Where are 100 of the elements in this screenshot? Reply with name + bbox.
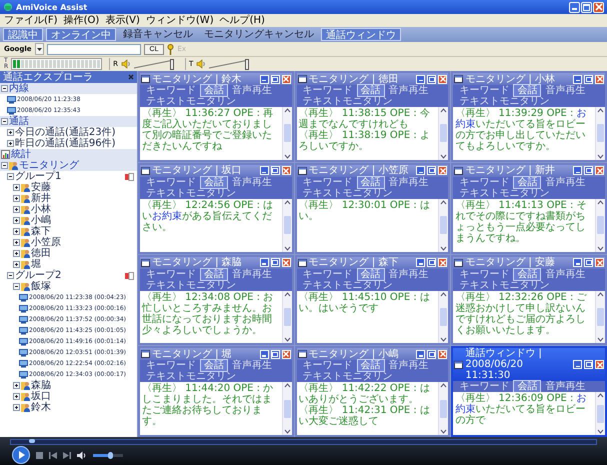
scrollbar[interactable] (438, 382, 448, 435)
tab[interactable]: 会話 (358, 176, 384, 188)
scroll-up-icon[interactable] (440, 200, 448, 205)
tree-item[interactable]: 鈴木 (31, 402, 51, 413)
tab[interactable]: テキストモニタリン (143, 188, 239, 199)
tab[interactable]: キーワード (456, 85, 512, 96)
scrollbar[interactable] (282, 198, 292, 252)
maximize-button[interactable] (270, 166, 280, 176)
expand-icon[interactable] (13, 404, 20, 411)
flag-icon[interactable] (125, 272, 134, 280)
tab[interactable]: 音声再生 (386, 176, 432, 188)
scroll-up-icon[interactable] (284, 292, 291, 296)
expand-icon[interactable] (7, 129, 14, 136)
expand-icon[interactable] (13, 393, 20, 400)
scroll-down-icon[interactable] (440, 429, 448, 434)
speaker-icon[interactable] (77, 450, 87, 460)
tab[interactable]: テキストモニタリン (300, 280, 396, 290)
tab[interactable]: 会話 (201, 360, 227, 372)
tab[interactable]: テキストモニタリン (143, 371, 239, 382)
scrollbar[interactable] (595, 290, 605, 344)
tab[interactable]: テキストモニタリン (456, 280, 552, 290)
scrollbar[interactable] (282, 290, 292, 344)
volume-slider[interactable] (93, 454, 123, 456)
scrollbar[interactable] (438, 290, 448, 344)
scrollbar[interactable] (595, 107, 605, 160)
collapse-icon[interactable] (7, 173, 14, 180)
collapse-icon[interactable] (13, 283, 20, 290)
tab[interactable]: 音声再生 (229, 268, 275, 280)
minimize-button[interactable] (573, 258, 582, 267)
tree-item[interactable]: 今日の通話(通話23件) (15, 127, 116, 138)
tree-item[interactable]: 昨日の通話(通話96件) (15, 138, 116, 149)
maximize-button[interactable] (427, 166, 436, 176)
tree-item[interactable]: 安藤 (31, 182, 51, 193)
key-icon[interactable] (167, 44, 174, 54)
tab[interactable]: 音声再生 (386, 85, 432, 96)
maximize-button[interactable] (270, 258, 280, 267)
tab[interactable]: キーワード (456, 381, 512, 392)
scroll-down-icon[interactable] (284, 429, 291, 434)
minimize-button[interactable] (416, 350, 426, 359)
menu-item[interactable]: ヘルプ(H) (220, 14, 265, 26)
close-icon[interactable] (128, 74, 134, 80)
minimize-button[interactable] (260, 350, 269, 359)
scroll-down-icon[interactable] (597, 429, 604, 434)
tree-item[interactable]: 坂口 (31, 391, 51, 402)
toolbar-button[interactable]: 録音キャンセル (119, 28, 197, 41)
tab[interactable]: テキストモニタリン (300, 188, 396, 199)
tab[interactable]: キーワード (143, 268, 199, 280)
minimize-button[interactable] (260, 166, 269, 176)
expand-icon[interactable] (13, 184, 20, 191)
collapse-icon[interactable] (1, 162, 8, 169)
tab[interactable]: 音声再生 (542, 381, 588, 392)
scroll-up-icon[interactable] (440, 292, 448, 296)
scroll-up-icon[interactable] (597, 108, 604, 113)
tab[interactable]: キーワード (300, 360, 356, 372)
tab[interactable]: 会話 (358, 268, 384, 280)
minimize-button[interactable] (416, 258, 426, 267)
menu-item[interactable]: ウィンドウ(W) (146, 14, 214, 26)
scroll-up-icon[interactable] (284, 108, 291, 113)
tab[interactable]: 会話 (358, 360, 384, 372)
tab[interactable]: 音声再生 (386, 360, 432, 372)
stop-icon[interactable] (36, 452, 43, 458)
tab[interactable]: キーワード (143, 176, 199, 188)
scrollbar[interactable] (438, 198, 448, 252)
tab[interactable]: テキストモニタリン (456, 188, 552, 199)
minimize-button[interactable] (416, 74, 426, 84)
scrollbar[interactable] (595, 392, 605, 435)
expand-icon[interactable] (13, 261, 20, 268)
tab[interactable]: 会話 (514, 85, 540, 96)
expand-icon[interactable] (7, 140, 14, 147)
scroll-down-icon[interactable] (597, 154, 604, 159)
tab[interactable]: 音声再生 (229, 176, 275, 188)
tree-item[interactable]: 森脇 (31, 380, 51, 391)
scroll-down-icon[interactable] (284, 337, 291, 342)
flag-icon[interactable] (125, 172, 134, 180)
previous-icon[interactable] (49, 452, 57, 458)
scroll-down-icon[interactable] (597, 337, 604, 342)
tab[interactable]: キーワード (300, 85, 356, 96)
scrollbar[interactable] (282, 382, 292, 435)
collapse-icon[interactable] (1, 85, 8, 92)
scroll-up-icon[interactable] (597, 393, 604, 398)
menu-item[interactable]: ファイル(F) (4, 14, 58, 26)
scroll-down-icon[interactable] (284, 246, 291, 250)
scrollbar[interactable] (438, 107, 448, 160)
minimize-button[interactable] (260, 258, 269, 267)
minimize-button[interactable] (416, 166, 426, 176)
tab[interactable]: キーワード (143, 85, 199, 96)
minimize-button[interactable] (573, 166, 582, 176)
tab[interactable]: 会話 (358, 85, 384, 96)
tree-item[interactable]: グループ1 (15, 171, 62, 182)
expand-icon[interactable] (13, 206, 20, 213)
maximize-button[interactable] (427, 74, 436, 84)
toolbar-button[interactable]: 通話ウィンドウ (321, 28, 401, 41)
scroll-down-icon[interactable] (440, 154, 448, 159)
tab[interactable]: 音声再生 (542, 176, 588, 188)
tab[interactable]: 会話 (514, 268, 540, 280)
tab[interactable]: 会話 (514, 176, 540, 188)
menu-item[interactable]: 表示(V) (105, 14, 140, 26)
tab[interactable]: 会話 (201, 176, 227, 188)
maximize-button[interactable] (270, 74, 280, 84)
tab[interactable]: キーワード (300, 268, 356, 280)
